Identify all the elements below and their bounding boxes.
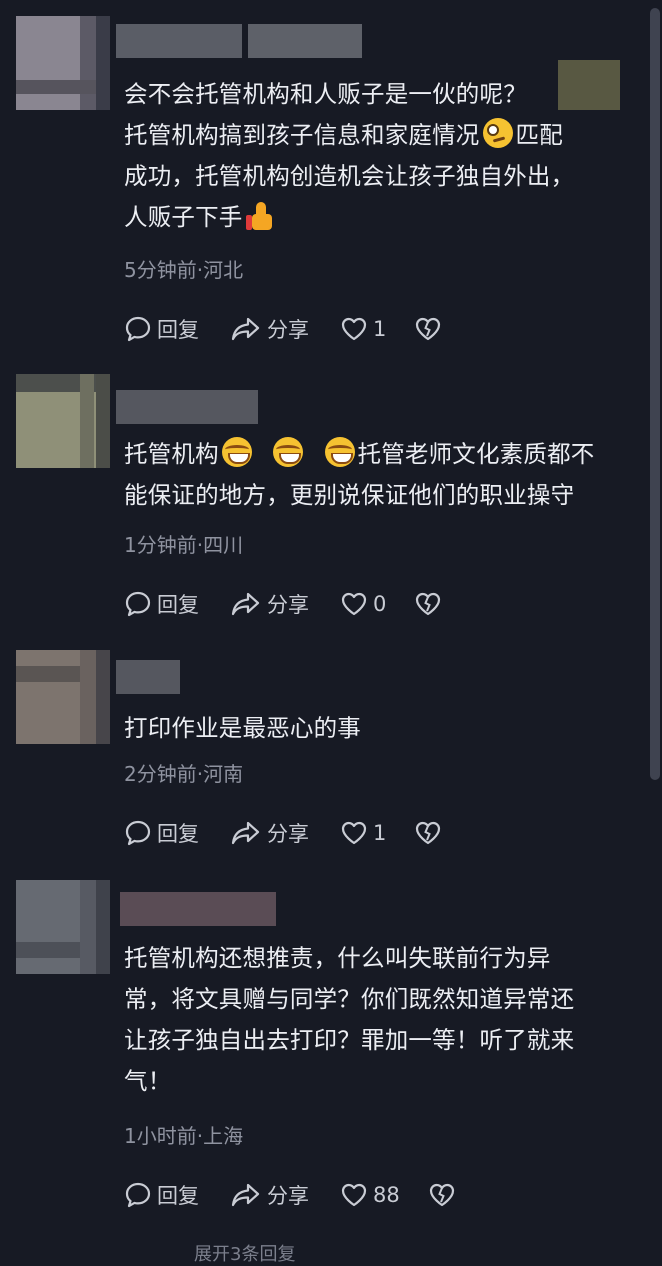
- comment-line: 托管老师文化素质都不: [357, 440, 595, 468]
- share-icon: [231, 821, 260, 845]
- comment-line: 会不会托管机构和人贩子是一伙的呢？: [124, 80, 527, 108]
- reply-label: 回复: [157, 1184, 199, 1208]
- like-button[interactable]: 1: [340, 312, 386, 346]
- reply-button[interactable]: 回复: [124, 816, 199, 850]
- share-label: 分享: [267, 1184, 309, 1208]
- comment-line: 常，将文具赠与同学？你们既然知道异常还: [124, 985, 575, 1013]
- share-icon: [231, 592, 260, 616]
- reply-icon: [125, 1182, 151, 1208]
- heart-icon: [341, 592, 367, 616]
- avatar[interactable]: [16, 880, 110, 974]
- comment-text: 托管机构 托管老师文化素质都不 能保证的地方，更别说保证他们的职业操守: [124, 434, 636, 516]
- comment-time: 1分钟前: [124, 533, 197, 557]
- scrollbar[interactable]: [650, 8, 660, 780]
- comment-actions: 回复 分享 88: [124, 1178, 544, 1212]
- dislike-button[interactable]: [414, 312, 442, 346]
- comment-text: 托管机构还想推责，什么叫失联前行为异 常，将文具赠与同学？你们既然知道异常还 让…: [124, 938, 636, 1102]
- comment-line: 让孩子独自出去打印？罪加一等！听了就来: [124, 1026, 575, 1054]
- expand-replies-link[interactable]: 展开3条回复: [194, 1240, 295, 1266]
- comment-meta: 1分钟前·四川: [124, 529, 243, 558]
- dislike-button[interactable]: [428, 1178, 456, 1212]
- broken-heart-icon: [415, 592, 441, 616]
- like-count: 0: [373, 592, 387, 616]
- reply-button[interactable]: 回复: [124, 587, 199, 621]
- reply-icon: [125, 820, 151, 846]
- grin-sweat-emoji-icon: [221, 437, 252, 467]
- grin-sweat-emoji-icon: [273, 437, 304, 467]
- like-count: 1: [373, 821, 387, 845]
- comment-time: 5分钟前: [124, 258, 197, 282]
- comment-text: 打印作业是最恶心的事: [124, 708, 636, 749]
- comment-text: 会不会托管机构和人贩子是一伙的呢？ 托管机构搞到孩子信息和家庭情况 匹配 成功，托…: [124, 74, 636, 238]
- share-button[interactable]: 分享: [230, 816, 309, 850]
- comment-line: 托管机构: [124, 440, 219, 468]
- heart-icon: [341, 317, 367, 341]
- share-button[interactable]: 分享: [230, 1178, 309, 1212]
- comment-line: 气！: [124, 1067, 172, 1095]
- thumbs-up-emoji-icon: [245, 202, 274, 230]
- username[interactable]: [116, 660, 180, 694]
- avatar[interactable]: [16, 650, 110, 744]
- share-icon: [231, 1183, 260, 1207]
- comment-time: 1小时前: [124, 1124, 197, 1148]
- dislike-button[interactable]: [414, 816, 442, 850]
- heart-icon: [341, 1183, 367, 1207]
- comment-location: 河南: [203, 762, 244, 786]
- share-label: 分享: [267, 822, 309, 846]
- broken-heart-icon: [415, 821, 441, 845]
- broken-heart-icon: [415, 317, 441, 341]
- like-count: 88: [373, 1183, 400, 1207]
- user-tag: [248, 24, 362, 58]
- share-button[interactable]: 分享: [230, 587, 309, 621]
- comment-line: 匹配: [515, 121, 563, 149]
- like-button[interactable]: 0: [340, 587, 386, 621]
- comment-actions: 回复 分享 1: [124, 816, 544, 850]
- username[interactable]: [120, 892, 276, 926]
- reply-label: 回复: [157, 318, 199, 342]
- broken-heart-icon: [429, 1183, 455, 1207]
- like-count: 1: [373, 317, 387, 341]
- reply-icon: [125, 316, 151, 342]
- grin-sweat-emoji-icon: [324, 437, 355, 467]
- reply-button[interactable]: 回复: [124, 312, 199, 346]
- comment-location: 河北: [203, 258, 244, 282]
- avatar[interactable]: [16, 374, 110, 468]
- comment-meta: 5分钟前·河北: [124, 254, 243, 283]
- smirk-emoji-icon: [482, 118, 513, 148]
- username[interactable]: [116, 24, 242, 58]
- share-label: 分享: [267, 318, 309, 342]
- comment-line: 托管机构还想推责，什么叫失联前行为异: [124, 944, 551, 972]
- username[interactable]: [116, 390, 258, 424]
- share-button[interactable]: 分享: [230, 312, 309, 346]
- comment-actions: 回复 分享 1: [124, 312, 544, 346]
- dislike-button[interactable]: [414, 587, 442, 621]
- comment-line: 人贩子下手: [124, 203, 243, 231]
- like-button[interactable]: 1: [340, 816, 386, 850]
- heart-icon: [341, 821, 367, 845]
- reply-icon: [125, 591, 151, 617]
- comment-location: 上海: [203, 1124, 244, 1148]
- reply-button[interactable]: 回复: [124, 1178, 199, 1212]
- comment-meta: 1小时前·上海: [124, 1120, 243, 1149]
- comment-meta: 2分钟前·河南: [124, 758, 243, 787]
- comment-line: 托管机构搞到孩子信息和家庭情况: [124, 121, 480, 149]
- share-icon: [231, 317, 260, 341]
- avatar[interactable]: [16, 16, 110, 110]
- comment-location: 四川: [203, 533, 244, 557]
- comment-line: 成功，托管机构创造机会让孩子独自外出，: [124, 162, 575, 190]
- comment-line: 打印作业是最恶心的事: [124, 714, 361, 742]
- like-button[interactable]: 88: [340, 1178, 400, 1212]
- comment-line: 能保证的地方，更别说保证他们的职业操守: [124, 481, 575, 509]
- comment-actions: 回复 分享 0: [124, 587, 544, 621]
- share-label: 分享: [267, 593, 309, 617]
- comment-time: 2分钟前: [124, 762, 197, 786]
- reply-label: 回复: [157, 822, 199, 846]
- reply-label: 回复: [157, 593, 199, 617]
